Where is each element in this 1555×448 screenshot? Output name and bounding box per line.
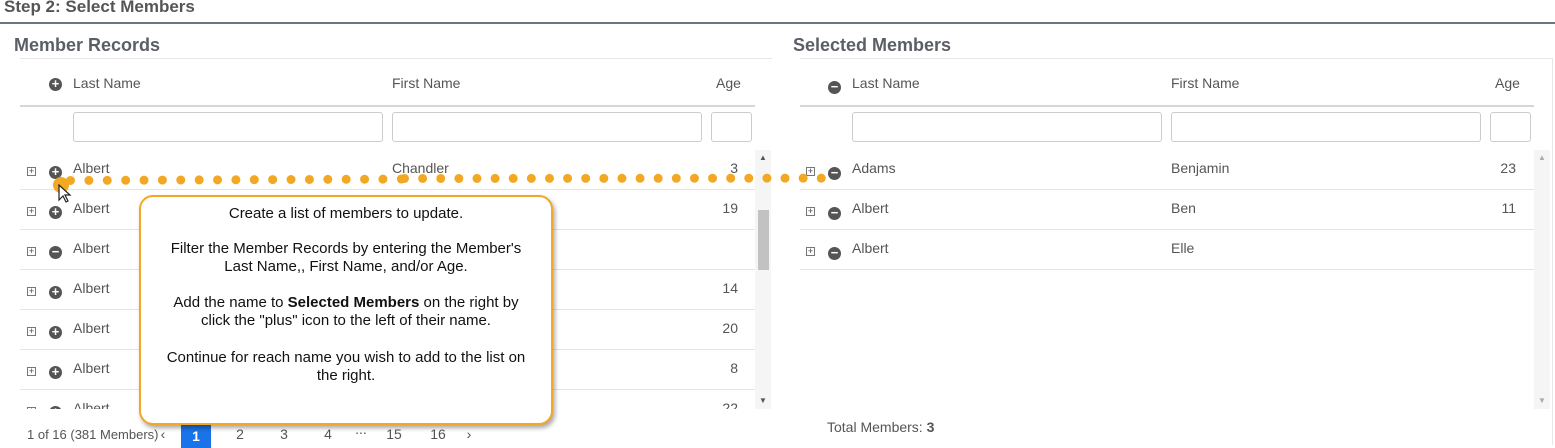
filter-last-name-input[interactable] [73, 112, 383, 142]
scroll-up-icon[interactable]: ▲ [1538, 153, 1546, 162]
filter-first-name-input[interactable] [1171, 112, 1481, 142]
header-age[interactable]: Age [716, 75, 741, 91]
cell-last-name: Albert [852, 240, 889, 256]
filter-age-input[interactable] [711, 112, 752, 142]
total-members: Total Members: 3 [827, 419, 934, 435]
header-first-name[interactable]: First Name [392, 75, 460, 91]
tutorial-connector-left [65, 174, 407, 185]
step-divider [0, 22, 1555, 24]
callout-line-1: Create a list of members to update. [228, 205, 464, 222]
pager-prev-icon[interactable]: ‹ [153, 422, 173, 446]
tutorial-callout: Create a list of members to update. Filt… [139, 195, 553, 425]
expand-row-icon[interactable]: + [27, 287, 36, 296]
expand-row-icon[interactable]: + [27, 247, 36, 256]
cell-last-name: Albert [73, 320, 110, 336]
table-row: + − Albert Elle [800, 230, 1534, 270]
mouse-cursor-icon [58, 184, 72, 203]
header-divider [800, 105, 1534, 107]
add-member-icon[interactable]: + [49, 405, 62, 409]
cell-age: 23 [1500, 160, 1516, 176]
header-first-name[interactable]: First Name [1171, 75, 1239, 91]
pager-next-icon[interactable]: › [459, 422, 479, 446]
remove-member-icon[interactable]: − [828, 166, 841, 180]
cell-last-name: Albert [73, 280, 110, 296]
cell-first-name: Ben [1171, 200, 1196, 216]
scroll-down-icon[interactable]: ▼ [759, 396, 767, 405]
cell-age: 14 [722, 280, 738, 296]
header-age[interactable]: Age [1495, 75, 1520, 91]
page-button-16[interactable]: 16 [423, 422, 453, 446]
total-members-label: Total Members: [827, 419, 923, 435]
filter-age-input[interactable] [1490, 112, 1531, 142]
callout-line-3-pre: Add the name to [173, 294, 284, 311]
expand-row-icon[interactable]: + [806, 247, 815, 256]
add-member-icon[interactable]: + [49, 325, 62, 339]
remove-member-icon[interactable]: − [49, 245, 62, 259]
cell-first-name: Elle [1171, 240, 1195, 256]
expand-row-icon[interactable]: + [806, 207, 815, 216]
cell-last-name: Albert [73, 240, 110, 256]
callout-line-2: Filter the Member Records by entering th… [170, 240, 522, 275]
pager-summary: 1 of 16 (381 Members) [27, 427, 159, 442]
callout-line-3-bold: Selected Members [287, 294, 420, 311]
filter-last-name-input[interactable] [852, 112, 1162, 142]
member-records-scrollbar[interactable]: ▲ ▼ [755, 150, 771, 409]
expand-row-icon[interactable]: + [27, 367, 36, 376]
expand-row-icon[interactable]: + [27, 167, 36, 176]
cell-age: 20 [722, 320, 738, 336]
table-row: + − Albert Ben 11 [800, 190, 1534, 230]
cell-last-name: Albert [73, 200, 110, 216]
member-records-title: Member Records [14, 35, 161, 55]
table-row: + − Adams Benjamin 23 [800, 150, 1534, 190]
page-button-2[interactable]: 2 [225, 422, 255, 446]
scroll-thumb[interactable] [758, 210, 769, 270]
cell-last-name: Albert [73, 360, 110, 376]
add-member-icon[interactable]: + [49, 365, 62, 379]
remove-member-icon[interactable]: − [828, 206, 841, 220]
cell-first-name: Benjamin [1171, 160, 1230, 176]
page-button-3[interactable]: 3 [269, 422, 299, 446]
expand-row-icon[interactable]: + [27, 407, 36, 409]
cell-last-name: Albert [852, 200, 889, 216]
add-member-icon[interactable]: + [49, 285, 62, 299]
filter-first-name-input[interactable] [392, 112, 702, 142]
cell-last-name: Adams [852, 160, 896, 176]
scroll-up-icon[interactable]: ▲ [759, 153, 767, 162]
selected-members-scrollbar[interactable]: ▲ ▼ [1534, 150, 1550, 409]
cell-last-name: Albert [73, 400, 110, 409]
total-members-value: 3 [926, 419, 935, 435]
cell-age: 11 [1501, 200, 1516, 216]
add-member-icon[interactable]: + [49, 205, 62, 219]
callout-line-4: Continue for reach name you wish to add … [166, 349, 526, 384]
cell-age: 19 [722, 200, 738, 216]
callout-line-3: Add the name to Selected Members on the … [157, 294, 535, 330]
cell-age: 22 [722, 400, 738, 409]
header-divider [20, 105, 755, 107]
step-title: Step 2: Select Members [4, 0, 195, 16]
cell-age: 8 [730, 360, 738, 376]
remove-all-icon[interactable]: − [828, 80, 841, 94]
cell-last-name: Albert [73, 160, 110, 176]
page-button-15[interactable]: 15 [379, 422, 409, 446]
add-all-icon[interactable]: + [49, 77, 62, 91]
scroll-down-icon[interactable]: ▼ [1538, 396, 1546, 405]
header-last-name[interactable]: Last Name [852, 75, 920, 91]
selected-members-title: Selected Members [793, 35, 952, 55]
remove-member-icon[interactable]: − [828, 246, 841, 260]
header-last-name[interactable]: Last Name [73, 75, 141, 91]
selected-members-grid: − Last Name First Name Age + − Adams Ben… [800, 58, 1553, 445]
expand-row-icon[interactable]: + [27, 207, 36, 216]
page-button-1[interactable]: 1 [181, 424, 211, 448]
tutorial-connector-right [399, 173, 827, 183]
page-button-4[interactable]: 4 [313, 422, 343, 446]
expand-row-icon[interactable]: + [27, 327, 36, 336]
